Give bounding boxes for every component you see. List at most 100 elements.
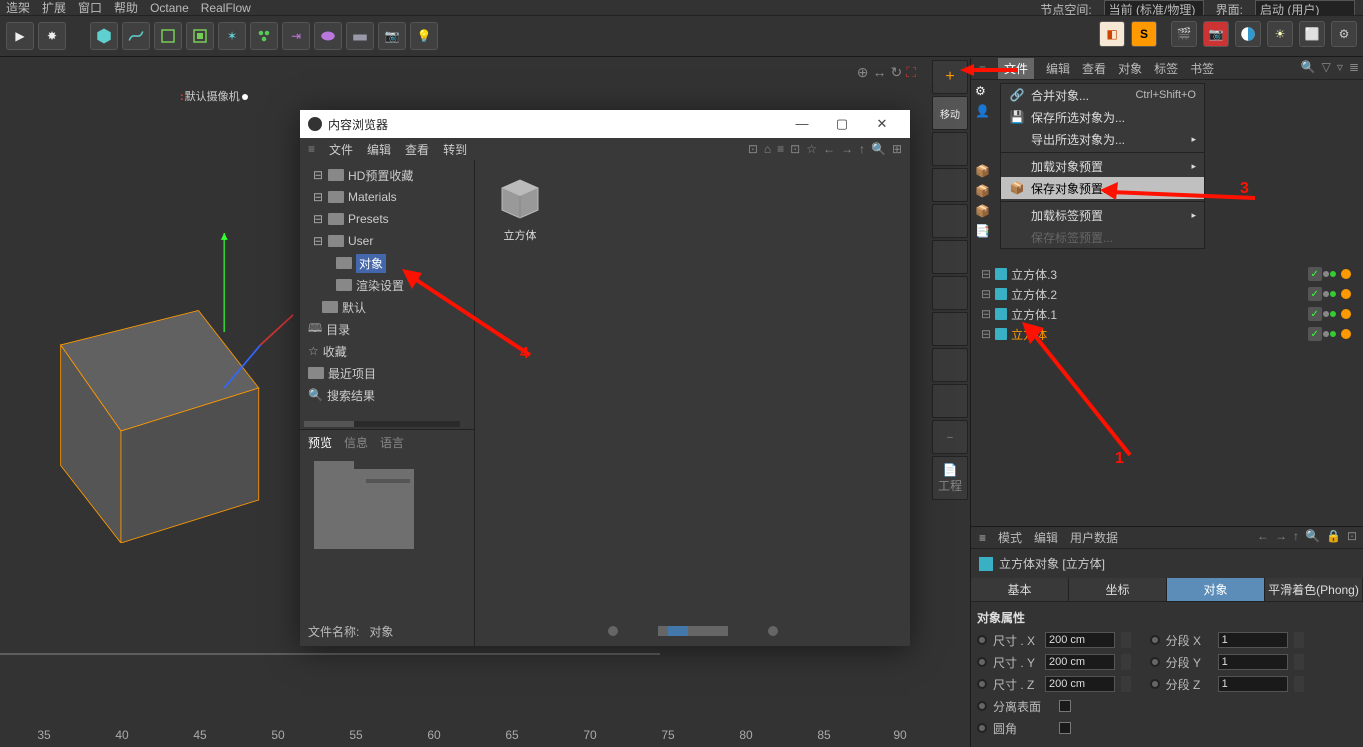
minimize-icon[interactable]: — [782, 116, 822, 132]
menu-item[interactable]: 扩展 [42, 0, 66, 16]
tree-materials[interactable]: ⊟Materials [304, 186, 470, 208]
cb-menu-file[interactable]: 文件 [329, 141, 353, 158]
field-icon[interactable]: ✶ [218, 22, 246, 50]
size-y-input[interactable] [1045, 654, 1115, 670]
round-checkbox[interactable] [1059, 722, 1071, 734]
sun-icon[interactable]: ☀ [1267, 21, 1293, 47]
record-icon[interactable]: 📷 [1203, 21, 1229, 47]
generator-icon[interactable] [154, 22, 182, 50]
om-menu-object[interactable]: 对象 [1118, 60, 1142, 77]
tool[interactable] [932, 240, 968, 274]
search-icon[interactable]: 🔍 [1301, 60, 1316, 74]
menu-export-selected[interactable]: 导出所选对象为...▸ [1001, 128, 1204, 150]
tool[interactable] [932, 204, 968, 238]
om-menu-file[interactable]: 文件 [998, 58, 1034, 79]
tool[interactable] [932, 132, 968, 166]
tab-object[interactable]: 对象 [1167, 578, 1265, 601]
ellipse-icon[interactable] [314, 22, 342, 50]
takes-icon[interactable]: 🎬 [1171, 21, 1197, 47]
rendersettings-icon[interactable]: ✸ [38, 22, 66, 50]
cb-menu-goto[interactable]: 转到 [443, 141, 467, 158]
up-icon[interactable]: ↑ [859, 142, 865, 156]
om-menu-bookmark[interactable]: 书签 [1190, 60, 1214, 77]
vp-icon[interactable]: ↻ [890, 64, 902, 81]
seg-y-input[interactable] [1218, 654, 1288, 670]
cb-menu-view[interactable]: 查看 [405, 141, 429, 158]
menu-load-preset[interactable]: 加载对象预置▸ [1001, 155, 1204, 177]
tool[interactable]: – [932, 420, 968, 454]
list-icon[interactable]: ≣ [1349, 60, 1359, 74]
tree-user[interactable]: ⊟User [304, 230, 470, 252]
maximize-icon[interactable]: ▢ [822, 116, 862, 132]
zoom-slider[interactable] [658, 626, 728, 636]
tab-lang[interactable]: 语言 [380, 434, 404, 451]
search-icon[interactable]: 🔍 [1305, 529, 1320, 543]
object-row[interactable]: ⊟立方体.1✓ [981, 304, 1357, 324]
plus-icon[interactable]: + [932, 60, 968, 94]
dialog-titlebar[interactable]: 内容浏览器 — ▢ ✕ [300, 110, 910, 138]
vp-icon[interactable]: ⊕ [857, 64, 869, 81]
scroll-dot[interactable] [608, 626, 618, 636]
menu-item[interactable]: RealFlow [201, 1, 251, 15]
star-icon[interactable]: ☆ [806, 142, 817, 156]
attr-menu-userdata[interactable]: 用户数据 [1070, 529, 1118, 546]
axis-icon[interactable]: ⇥ [282, 22, 310, 50]
camera-icon[interactable]: 📷 [378, 22, 406, 50]
separate-checkbox[interactable] [1059, 700, 1071, 712]
tool[interactable] [932, 312, 968, 346]
spline-icon[interactable] [122, 22, 150, 50]
tree-recent[interactable]: 最近项目 [304, 362, 470, 384]
slider-icon[interactable]: ≡ [777, 142, 784, 156]
search-icon[interactable]: 🔍 [871, 142, 886, 156]
tree-catalog[interactable]: 🕮目录 [304, 318, 470, 340]
om-menu-tag[interactable]: 标签 [1154, 60, 1178, 77]
size-z-input[interactable] [1045, 676, 1115, 692]
filter2-icon[interactable]: ▿ [1337, 60, 1343, 74]
tree-presets[interactable]: ⊟Presets [304, 208, 470, 230]
om-menu-view[interactable]: 查看 [1082, 60, 1106, 77]
menu-item[interactable]: 帮助 [114, 0, 138, 16]
tab-basic[interactable]: 基本 [971, 578, 1069, 601]
square-icon[interactable]: ⬜ [1299, 21, 1325, 47]
icon-btn[interactable]: S [1131, 21, 1157, 47]
menu-item[interactable]: Octane [150, 1, 189, 15]
om-menu-edit[interactable]: 编辑 [1046, 60, 1070, 77]
seg-z-input[interactable] [1218, 676, 1288, 692]
tool[interactable] [932, 168, 968, 202]
nav-up-icon[interactable]: ↑ [1293, 529, 1299, 543]
vp-icon[interactable]: ↔ [872, 64, 886, 81]
light-icon[interactable]: 💡 [410, 22, 438, 50]
render-icon[interactable]: ▶ [6, 22, 34, 50]
object-row[interactable]: ⊟立方体.3✓ [981, 264, 1357, 284]
menu-item[interactable]: 窗口 [78, 0, 102, 16]
tree-hd[interactable]: ⊟HD预置收藏 [304, 164, 470, 186]
lock-icon[interactable]: 🔒 [1326, 529, 1341, 543]
hamburger-icon[interactable]: ≡ [308, 142, 315, 156]
seg-x-input[interactable] [1218, 632, 1288, 648]
attr-menu-edit[interactable]: 编辑 [1034, 529, 1058, 546]
tool[interactable] [932, 348, 968, 382]
tree-render[interactable]: 渲染设置 [304, 274, 470, 296]
cb-menu-edit[interactable]: 编辑 [367, 141, 391, 158]
object-row-selected[interactable]: ⊟立方体✓ [981, 324, 1357, 344]
fwd-icon[interactable]: → [841, 142, 853, 156]
gear-icon[interactable]: ⊡ [1347, 529, 1357, 543]
tab-phong[interactable]: 平滑着色(Phong) [1265, 578, 1363, 601]
tree-objects[interactable]: 对象 [304, 252, 470, 274]
vp-icon[interactable]: ⛶ [906, 64, 916, 81]
array-icon[interactable] [250, 22, 278, 50]
icon[interactable]: ⊡ [790, 142, 800, 156]
timeline-ruler[interactable]: 35 40 45 50 55 60 65 70 75 80 85 90 [0, 728, 922, 744]
attr-menu-mode[interactable]: 模式 [998, 529, 1022, 546]
thumb-cube[interactable]: 立方体 [485, 170, 555, 243]
tree-default[interactable]: 默认 [304, 296, 470, 318]
add-icon[interactable]: ⊞ [892, 142, 902, 156]
menu-save-selected[interactable]: 💾保存所选对象为... [1001, 106, 1204, 128]
close-icon[interactable]: ✕ [862, 116, 902, 132]
cube-icon[interactable] [90, 22, 118, 50]
tree-search[interactable]: 🔍搜索结果 [304, 384, 470, 406]
menu-item[interactable]: 造架 [6, 0, 30, 16]
hamburger-icon[interactable]: ≡ [979, 62, 986, 76]
scroll-dot[interactable] [768, 626, 778, 636]
tab-coord[interactable]: 坐标 [1069, 578, 1167, 601]
